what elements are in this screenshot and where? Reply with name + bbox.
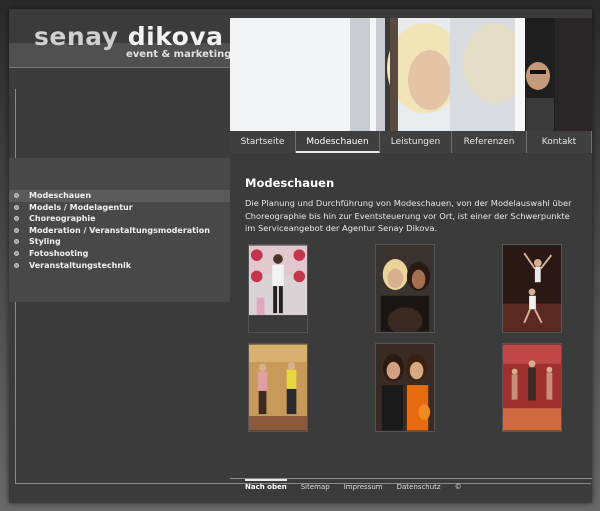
tab-modeschauen[interactable]: Modeschauen bbox=[296, 131, 380, 153]
logo-name-light: senay bbox=[34, 22, 119, 51]
sidebar-item-label: Fotoshooting bbox=[29, 248, 89, 258]
bullet-icon bbox=[14, 216, 19, 222]
logo[interactable]: senay dikova bbox=[34, 22, 224, 51]
gallery-thumb-2[interactable] bbox=[375, 244, 435, 333]
sidebar-item-label: Moderation / Veranstaltungsmoderation bbox=[29, 225, 210, 235]
logo-name-bold: dikova bbox=[127, 22, 224, 51]
sidebar-item-choreographie[interactable]: Choreographie bbox=[9, 213, 230, 225]
footer-link-sitemap[interactable]: Sitemap bbox=[301, 483, 330, 491]
bullet-icon bbox=[14, 250, 19, 256]
sidebar-item-label: Modeschauen bbox=[29, 191, 92, 200]
bullet-icon bbox=[14, 227, 19, 233]
fashion-show-photo-icon bbox=[249, 245, 307, 332]
header-photo bbox=[230, 18, 592, 131]
bullet-icon bbox=[14, 204, 19, 210]
footer-link-nach-oben[interactable]: Nach oben bbox=[245, 479, 287, 491]
gallery-thumb-6[interactable] bbox=[502, 343, 562, 432]
intro-text: Die Planung und Durchführung von Modesch… bbox=[245, 198, 572, 233]
bullet-icon bbox=[14, 262, 19, 268]
gallery-thumb-4[interactable] bbox=[248, 343, 308, 432]
footer-link-datenschutz[interactable]: Datenschutz bbox=[397, 483, 441, 491]
stage-show-photo-icon bbox=[503, 344, 561, 431]
page-title: Modeschauen bbox=[245, 176, 335, 190]
bullet-icon bbox=[14, 239, 19, 245]
sidebar-item-label: Choreographie bbox=[29, 214, 96, 224]
footer-nav: Nach oben Sitemap Impressum Datenschutz … bbox=[245, 479, 462, 491]
sidebar-item-label: Veranstaltungstechnik bbox=[29, 260, 132, 270]
models-smiling-photo-icon bbox=[376, 344, 434, 431]
sidebar-item-veranstaltungstechnik[interactable]: Veranstaltungstechnik bbox=[9, 260, 230, 272]
tab-kontakt[interactable]: Kontakt bbox=[527, 131, 592, 153]
footer-copyright: © bbox=[454, 483, 462, 491]
sidebar-item-fotoshooting[interactable]: Fotoshooting bbox=[9, 248, 230, 260]
logo-tagline: event & marketing bbox=[126, 49, 232, 60]
bullet-icon bbox=[14, 193, 19, 198]
logo-divider bbox=[9, 67, 230, 68]
sidebar-item-models[interactable]: Models / Modelagentur bbox=[9, 202, 230, 214]
tab-startseite[interactable]: Startseite bbox=[230, 131, 296, 153]
models-portrait-photo-icon bbox=[376, 245, 434, 332]
sidebar-item-label: Styling bbox=[29, 237, 61, 247]
tab-referenzen[interactable]: Referenzen bbox=[452, 131, 527, 153]
sidebar-item-moderation[interactable]: Moderation / Veranstaltungsmoderation bbox=[9, 225, 230, 237]
dance-performance-photo-icon bbox=[503, 245, 561, 332]
footer-link-impressum[interactable]: Impressum bbox=[344, 483, 383, 491]
main-nav: Startseite Modeschauen Leistungen Refere… bbox=[230, 131, 592, 153]
gallery-thumb-1[interactable] bbox=[248, 244, 308, 333]
sidebar-item-styling[interactable]: Styling bbox=[9, 236, 230, 248]
sidebar-item-label: Models / Modelagentur bbox=[29, 202, 133, 212]
tab-leistungen[interactable]: Leistungen bbox=[380, 131, 452, 153]
gallery-thumb-5[interactable] bbox=[375, 343, 435, 432]
sidebar-menu: Modeschauen Models / Modelagentur Choreo… bbox=[9, 190, 230, 271]
gallery-thumb-3[interactable] bbox=[502, 244, 562, 333]
sidebar-item-modeschauen[interactable]: Modeschauen bbox=[9, 190, 230, 202]
header-collage-icon bbox=[230, 18, 592, 131]
runway-photo-icon bbox=[249, 344, 307, 431]
